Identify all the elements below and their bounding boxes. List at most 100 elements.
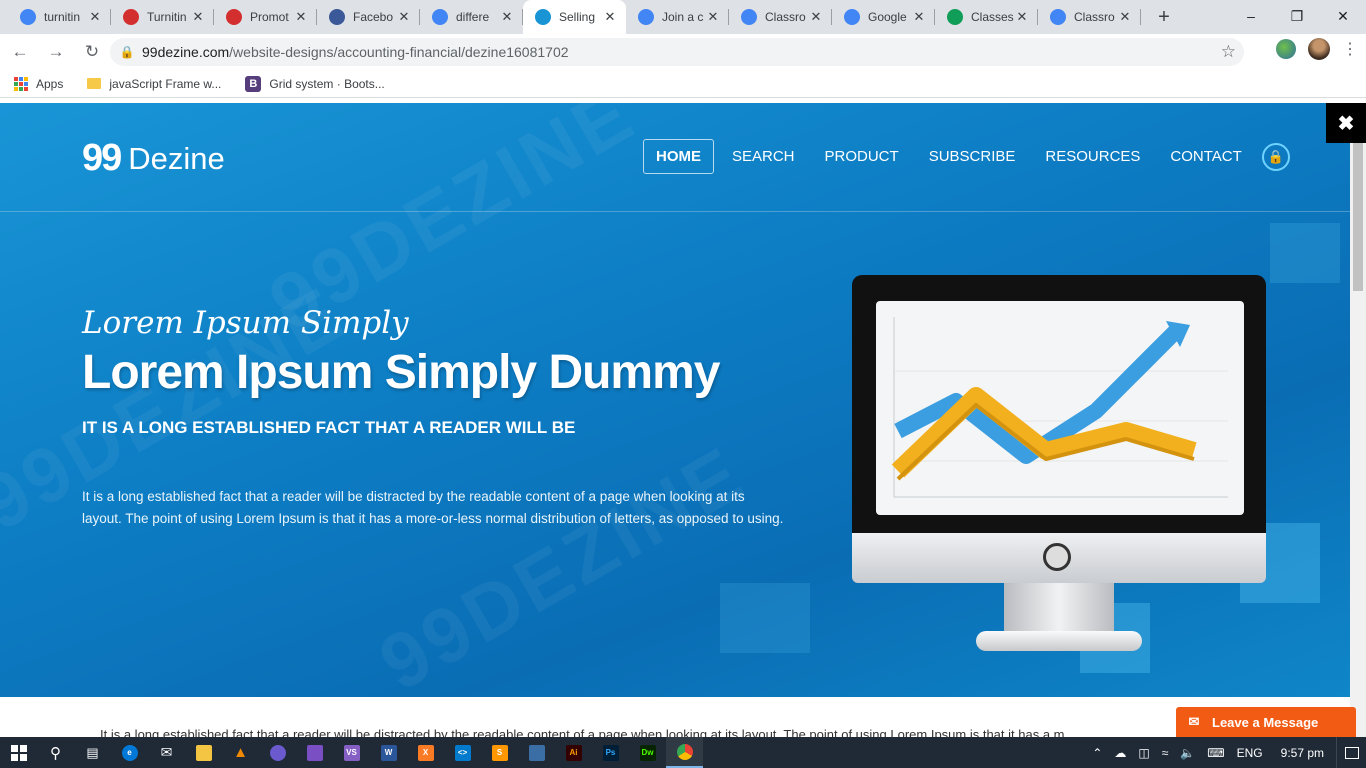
nav-home[interactable]: HOME — [643, 139, 714, 174]
file-explorer-icon[interactable] — [185, 737, 222, 768]
browser-tab[interactable]: Classro ✕ — [1038, 0, 1141, 34]
address-bar[interactable]: 🔒 99dezine.com /website-designs/accounti… — [110, 38, 1244, 66]
reload-icon[interactable]: ↻ — [76, 36, 108, 68]
browser-tab[interactable]: Classes ✕ — [935, 0, 1038, 34]
nav-contact[interactable]: CONTACT — [1158, 140, 1253, 173]
forward-icon[interactable]: → — [40, 36, 72, 68]
word-icon[interactable]: W — [370, 737, 407, 768]
profile-avatar[interactable] — [1308, 38, 1330, 60]
wifi-icon[interactable]: ≈ — [1162, 746, 1169, 760]
decor-cube — [720, 583, 810, 653]
scrollbar-thumb[interactable] — [1353, 143, 1363, 291]
mail-icon[interactable]: ✉ — [148, 737, 185, 768]
close-tab-icon[interactable]: ✕ — [602, 9, 618, 25]
battery-icon[interactable]: ◫ — [1138, 746, 1149, 760]
browser-tab[interactable]: Turnitin ✕ — [111, 0, 214, 34]
chevron-up-icon[interactable]: ⌃ — [1092, 746, 1102, 760]
envelope-icon: ✉ — [1188, 714, 1200, 729]
browser-tab[interactable]: Google ✕ — [832, 0, 935, 34]
nav-resources[interactable]: RESOURCES — [1033, 140, 1152, 173]
cloud-icon[interactable]: ☁ — [1114, 746, 1126, 760]
chrome-icon[interactable] — [666, 737, 703, 768]
leave-message-button[interactable]: ✉ Leave a Message — [1176, 707, 1356, 737]
minimize-icon[interactable]: – — [1228, 0, 1274, 32]
close-window-icon[interactable]: ✕ — [1320, 0, 1366, 32]
volume-icon[interactable]: 🔈 — [1180, 746, 1195, 760]
search-icon[interactable]: ⚲ — [37, 737, 74, 768]
task-view-icon[interactable]: ▤ — [74, 737, 111, 768]
bookmark-bootstrap[interactable]: B Grid system · Boots... — [245, 75, 385, 92]
notification-icon[interactable] — [1336, 737, 1366, 768]
close-tab-icon[interactable]: ✕ — [1117, 9, 1133, 25]
nav-search[interactable]: SEARCH — [720, 140, 807, 173]
padlock-icon[interactable]: 🔒 — [112, 45, 142, 59]
close-overlay-button[interactable]: ✖ — [1326, 103, 1366, 143]
browser-tab[interactable]: turnitin ✕ — [8, 0, 111, 34]
xampp-icon[interactable]: X — [407, 737, 444, 768]
browser-tab[interactable]: Facebo ✕ — [317, 0, 420, 34]
site-logo[interactable]: 99 Dezine — [82, 137, 225, 180]
dreamweaver-icon[interactable]: Dw — [629, 737, 666, 768]
page-scrollbar[interactable] — [1350, 103, 1366, 737]
sublime-icon[interactable]: S — [481, 737, 518, 768]
tab-title: Facebo — [353, 10, 394, 24]
nav-subscribe[interactable]: SUBSCRIBE — [917, 140, 1028, 173]
close-tab-icon[interactable]: ✕ — [396, 9, 412, 25]
facebook-icon — [329, 9, 345, 25]
close-tab-icon[interactable]: ✕ — [190, 9, 206, 25]
login-lock-icon[interactable]: 🔒 — [1261, 142, 1290, 171]
bookmark-label: Grid system · Boots... — [269, 76, 385, 91]
vscode-icon[interactable]: <> — [444, 737, 481, 768]
bookmark-star-icon[interactable]: ☆ — [1221, 42, 1236, 62]
browser-tab[interactable]: Selling ✕ — [523, 0, 626, 34]
turnitin-icon — [226, 9, 242, 25]
hero-subheading: IT IS A LONG ESTABLISHED FACT THAT A REA… — [82, 418, 576, 437]
vlc-icon[interactable]: ▲ — [222, 737, 259, 768]
restore-icon[interactable]: ❐ — [1274, 0, 1320, 32]
illustrator-icon[interactable]: Ai — [555, 737, 592, 768]
browser-tab[interactable]: Join a c ✕ — [626, 0, 729, 34]
window-controls: – ❐ ✕ — [1228, 0, 1366, 32]
browser-tab[interactable]: Classro ✕ — [729, 0, 832, 34]
clock[interactable]: 9:57 pm — [1281, 746, 1324, 760]
leave-message-label: Leave a Message — [1212, 714, 1319, 730]
browser-tab[interactable]: differe ✕ — [420, 0, 523, 34]
close-tab-icon[interactable]: ✕ — [499, 9, 515, 25]
browser-tab[interactable]: Promot ✕ — [214, 0, 317, 34]
visual-studio-icon[interactable]: VS — [333, 737, 370, 768]
close-tab-icon[interactable]: ✕ — [808, 9, 824, 25]
close-tab-icon[interactable]: ✕ — [911, 9, 927, 25]
edge-icon[interactable]: e — [111, 737, 148, 768]
close-tab-icon[interactable]: ✕ — [293, 9, 309, 25]
close-tab-icon[interactable]: ✕ — [1014, 9, 1030, 25]
tab-title: Selling — [559, 10, 596, 24]
monitor-illustration — [852, 275, 1266, 661]
extension-icon[interactable] — [1276, 39, 1296, 59]
language-indicator[interactable]: ENG — [1237, 746, 1263, 760]
main-nav: HOME SEARCH PRODUCT SUBSCRIBE RESOURCES … — [643, 139, 1290, 174]
close-tab-icon[interactable]: ✕ — [87, 9, 103, 25]
close-tab-icon[interactable]: ✕ — [705, 9, 721, 25]
new-tab-button[interactable]: + — [1147, 0, 1181, 34]
app-icon[interactable] — [518, 737, 555, 768]
app-icon[interactable] — [296, 737, 333, 768]
growth-chart-graphic — [891, 317, 1228, 498]
monitor-base — [976, 631, 1142, 651]
browser-toolbar: ← → ↻ 🔒 99dezine.com /website-designs/ac… — [0, 34, 1366, 70]
menu-icon[interactable]: ⋮ — [1342, 39, 1358, 59]
tab-title: differe — [456, 10, 490, 24]
photoshop-icon[interactable]: Ps — [592, 737, 629, 768]
keyboard-icon[interactable]: ⌨ — [1207, 746, 1224, 760]
bootstrap-icon: B — [245, 75, 262, 92]
bookmark-javascript[interactable]: javaScript Frame w... — [87, 77, 221, 91]
back-icon[interactable]: ← — [4, 36, 36, 68]
bookmark-label: Apps — [36, 76, 64, 91]
nav-product[interactable]: PRODUCT — [813, 140, 911, 173]
hero-script-title: Lorem Ipsum Simply — [82, 305, 409, 341]
url-host: 99dezine.com — [142, 44, 230, 60]
windows-start-icon[interactable] — [0, 737, 37, 768]
tab-title: Join a c — [662, 10, 704, 24]
bookmark-apps[interactable]: Apps — [14, 76, 64, 91]
app-icon[interactable] — [259, 737, 296, 768]
monitor-button — [1043, 543, 1071, 571]
